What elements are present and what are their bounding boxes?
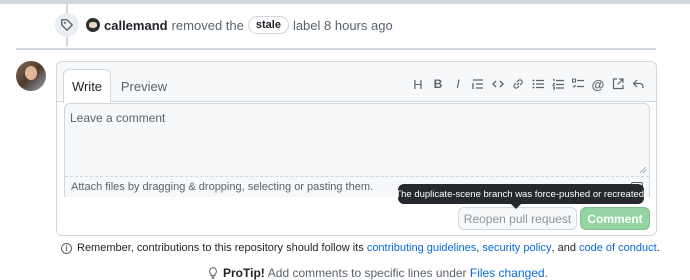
top-border xyxy=(0,0,690,4)
event-suffix-text: label 8 hours ago xyxy=(292,17,393,33)
current-user-avatar[interactable] xyxy=(16,61,46,91)
tag-icon xyxy=(55,13,79,37)
unordered-list-icon[interactable] xyxy=(528,74,548,94)
lightbulb-icon xyxy=(209,267,217,279)
ordered-list-icon[interactable] xyxy=(548,74,568,94)
comment-textarea[interactable] xyxy=(65,104,649,176)
editor-header: Write Preview H B I @ xyxy=(57,62,656,103)
stale-label-badge[interactable]: stale xyxy=(247,16,289,34)
tab-preview[interactable]: Preview xyxy=(119,69,169,103)
guidelines-sep2: , and xyxy=(551,242,576,254)
code-of-conduct-link[interactable]: code of conduct xyxy=(579,242,657,254)
guidelines-prefix: Remember, contributions to this reposito… xyxy=(77,242,364,254)
guidelines-sep1: , xyxy=(476,242,480,254)
reopen-pull-request-button[interactable]: Reopen pull request xyxy=(458,207,577,230)
guidelines-end: . xyxy=(656,242,660,254)
code-icon[interactable] xyxy=(488,74,508,94)
force-push-tooltip: The duplicate-scene branch was force-pus… xyxy=(395,184,647,209)
quote-icon[interactable] xyxy=(468,74,488,94)
comment-textarea-container: Attach files by dragging & dropping, sel… xyxy=(64,103,650,197)
cross-reference-icon[interactable] xyxy=(608,74,628,94)
tab-write[interactable]: Write xyxy=(63,69,111,103)
event-action-text: removed the xyxy=(171,17,244,33)
attach-files-hint: Attach files by dragging & dropping, sel… xyxy=(71,181,374,193)
reply-icon[interactable] xyxy=(628,74,648,94)
contributing-guidelines-link[interactable]: contributing guidelines xyxy=(367,242,476,254)
timeline-divider xyxy=(16,48,656,50)
markdown-toolbar: H B I @ xyxy=(408,74,648,94)
comment-button[interactable]: Comment xyxy=(580,207,650,230)
security-policy-link[interactable]: security policy xyxy=(482,242,551,254)
mention-button[interactable]: @ xyxy=(588,74,608,94)
task-list-icon[interactable] xyxy=(568,74,588,94)
link-icon[interactable] xyxy=(508,74,528,94)
timeline-event: callemand removed the stale label 8 hour… xyxy=(86,16,393,34)
info-icon: i xyxy=(61,242,72,254)
contribution-guidelines-note: i Remember, contributions to this reposi… xyxy=(61,242,660,254)
comment-editor: Write Preview H B I @ Leave a comment At… xyxy=(56,61,657,236)
event-user-link[interactable]: callemand xyxy=(104,18,168,33)
italic-button[interactable]: I xyxy=(448,74,468,94)
bold-button[interactable]: B xyxy=(428,74,448,94)
resize-handle-icon[interactable] xyxy=(639,166,647,174)
heading-button[interactable]: H xyxy=(408,74,428,94)
event-user-avatar[interactable] xyxy=(86,18,100,32)
